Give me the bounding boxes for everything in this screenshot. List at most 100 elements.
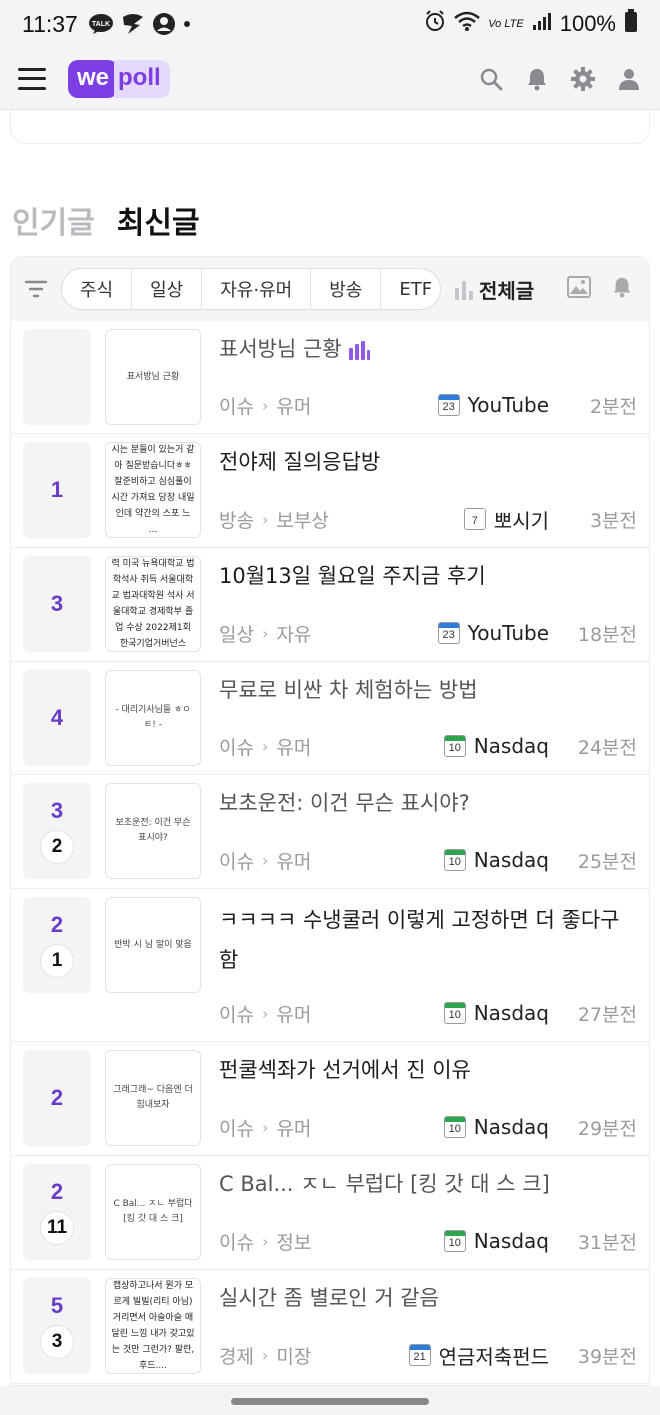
image-filter-icon[interactable] <box>567 276 591 302</box>
vote-box[interactable]: 2 <box>23 1050 91 1146</box>
home-gesture-bar[interactable] <box>231 1398 429 1405</box>
post-subcategory[interactable]: 유머 <box>276 1114 311 1141</box>
post-thumbnail[interactable]: - 대리기사님들 ㅎㅇ ㅌ! - <box>105 670 201 766</box>
post-title[interactable]: 10월13일 월요일 주지금 후기 <box>219 559 637 593</box>
post-category[interactable]: 방송 <box>219 506 254 533</box>
battery-icon <box>624 9 638 39</box>
post-time: 25분전 <box>577 850 637 873</box>
vote-box[interactable] <box>23 329 91 425</box>
post-subcategory[interactable]: 자유 <box>276 620 311 647</box>
calendar-badge-icon: 10 <box>443 1230 466 1252</box>
vote-box[interactable]: 53 <box>23 1278 91 1374</box>
section-tabs: 인기글 최신글 <box>12 198 200 242</box>
post-meta: 경제 › 미장 21 연금저축펀드 39분전 <box>219 1335 637 1375</box>
post-category[interactable]: 이슈 <box>219 392 254 419</box>
vote-box[interactable]: 4 <box>23 670 91 766</box>
post-author[interactable]: 10 Nasdaq <box>443 848 549 872</box>
post-subcategory[interactable]: 유머 <box>276 733 311 760</box>
tab-popular[interactable]: 인기글 <box>12 198 95 242</box>
signal-icon <box>532 11 552 37</box>
post-author[interactable]: 7 뽀시기 <box>463 505 549 534</box>
chip-free-humor[interactable]: 자유·유머 <box>202 269 312 309</box>
wepoll-logo[interactable]: we poll <box>68 56 170 102</box>
calendar-badge-icon: 10 <box>443 1002 466 1024</box>
battery-percent: 100% <box>559 11 616 36</box>
post-title[interactable]: 펀쿨섹좌가 선거에서 진 이유 <box>219 1053 637 1087</box>
vote-box[interactable]: 1 <box>23 442 91 538</box>
vote-count: 2 <box>50 1179 64 1204</box>
post-title[interactable]: 보초운전: 이건 무슨 표시야? <box>219 786 637 820</box>
post-subcategory[interactable]: 미장 <box>276 1342 311 1369</box>
post-category[interactable]: 경제 <box>219 1342 254 1369</box>
filter-icon[interactable] <box>21 279 51 299</box>
chip-etf[interactable]: ETF <box>381 269 440 309</box>
post-category[interactable]: 이슈 <box>219 847 254 874</box>
vote-box[interactable]: 32 <box>23 783 91 879</box>
post-row[interactable]: 표서방님 근황 표서방님 근황 이슈 › 유머 23 YouTube 2분전 <box>11 321 649 434</box>
post-row[interactable]: 1 시는 분들이 있는거 같아 질문받습니다ㅎㅎ 잘준비하고 심심풀이 시간 가… <box>11 434 649 548</box>
vote-box[interactable]: 2 11 <box>23 1164 91 1260</box>
post-thumbnail[interactable]: 캡상하고나서 뭔가 모르게 빌빌(리티 아님)거리면서 아슬아슬 매달린 느낌 … <box>105 1278 201 1374</box>
post-author[interactable]: 10 Nasdaq <box>443 1001 549 1025</box>
post-category[interactable]: 일상 <box>219 620 254 647</box>
post-time: 39분전 <box>577 1345 637 1368</box>
post-author[interactable]: 10 Nasdaq <box>443 1229 549 1253</box>
post-subcategory[interactable]: 정보 <box>276 1228 311 1255</box>
post-subcategory[interactable]: 유머 <box>276 1000 311 1027</box>
comment-count: 1 <box>40 944 74 978</box>
post-row[interactable]: 2 11 C Bal... ㅈㄴ 부럽다 [킹 갓 대 스 크] C Bal...… <box>11 1156 649 1270</box>
post-row[interactable]: 32 보초운전: 이건 무슨 표시야? 보초운전: 이건 무슨 표시야? 이슈 ›… <box>11 775 649 889</box>
post-row[interactable]: 4 - 대리기사님들 ㅎㅇ ㅌ! - 무료로 비싼 차 체험하는 방법 이슈 › 유… <box>11 662 649 775</box>
post-subcategory[interactable]: 유머 <box>276 392 311 419</box>
calendar-badge-icon: 10 <box>443 1116 466 1138</box>
post-title[interactable]: 전야제 질의응답방 <box>219 445 637 479</box>
post-thumbnail[interactable]: 력 미국 뉴욕대학교 법학석사 취득 서울대학교 법과대학원 석사 서울대학교 … <box>105 556 201 652</box>
post-category[interactable]: 이슈 <box>219 1114 254 1141</box>
vote-box[interactable]: 21 <box>23 897 91 993</box>
all-posts-toggle[interactable]: 전체글 <box>453 275 534 304</box>
post-thumbnail[interactable]: 보초운전: 이건 무슨 표시야? <box>105 783 201 879</box>
post-title[interactable]: 실시간 좀 별로인 거 같음 <box>219 1281 637 1315</box>
post-row[interactable]: 2 그래그래~ 다음엔 더 힘내보자 펀쿨섹좌가 선거에서 진 이유 이슈 › 유머… <box>11 1042 649 1156</box>
post-author[interactable]: 23 YouTube <box>437 621 549 645</box>
menu-icon[interactable] <box>18 67 46 90</box>
post-meta: 이슈 › 유머 10 Nasdaq 27분전 <box>219 1000 637 1027</box>
post-thumbnail[interactable]: 시는 분들이 있는거 같아 질문받습니다ㅎㅎ 잘준비하고 심심풀이 시간 가져요… <box>105 442 201 538</box>
post-meta: 이슈 › 유머 10 Nasdaq 24분전 <box>219 733 637 760</box>
post-thumbnail[interactable]: 반박 시 님 말이 맞음 <box>105 897 201 993</box>
post-time: 29분전 <box>577 1117 637 1140</box>
post-title[interactable]: ㅋㅋㅋㅋ 수냉쿨러 이렇게 고정하면 더 좋다구함 <box>219 900 637 980</box>
post-title[interactable]: 무료로 비싼 차 체험하는 방법 <box>219 673 637 707</box>
thumbnail-text: 그래그래~ 다음엔 더 힘내보자 <box>113 1085 193 1110</box>
post-thumbnail[interactable]: C Bal... ㅈㄴ 부럽다 [킹 갓 대 스 크] <box>105 1164 201 1260</box>
status-time: 11:37 <box>22 10 78 37</box>
post-category[interactable]: 이슈 <box>219 1000 254 1027</box>
search-icon[interactable] <box>478 66 504 92</box>
tab-latest[interactable]: 최신글 <box>117 198 200 242</box>
post-category[interactable]: 이슈 <box>219 733 254 760</box>
notification-filter-icon[interactable] <box>611 275 633 303</box>
post-thumbnail[interactable]: 그래그래~ 다음엔 더 힘내보자 <box>105 1050 201 1146</box>
status-bar: 11:37 TALK Vo LTE 100% <box>0 0 660 48</box>
post-row[interactable]: 21 반박 시 님 말이 맞음 ㅋㅋㅋㅋ 수냉쿨러 이렇게 고정하면 더 좋다구… <box>11 889 649 1042</box>
post-author[interactable]: 10 Nasdaq <box>443 734 549 758</box>
vote-box[interactable]: 3 <box>23 556 91 652</box>
post-row[interactable]: 3 력 미국 뉴욕대학교 법학석사 취득 서울대학교 법과대학원 석사 서울대학… <box>11 548 649 662</box>
chip-broadcast[interactable]: 방송 <box>311 269 382 309</box>
chip-daily[interactable]: 일상 <box>132 269 203 309</box>
bell-icon[interactable] <box>524 66 550 92</box>
post-title[interactable]: C Bal... ㅈㄴ 부럽다 [킹 갓 대 스 크] <box>219 1167 637 1201</box>
post-title[interactable]: 표서방님 근황 <box>219 332 637 366</box>
chip-stock[interactable]: 주식 <box>62 269 133 309</box>
post-subcategory[interactable]: 보부상 <box>276 506 328 533</box>
post-subcategory[interactable]: 유머 <box>276 847 311 874</box>
post-author[interactable]: 21 연금저축펀드 <box>408 1341 549 1370</box>
post-author[interactable]: 10 Nasdaq <box>443 1115 549 1139</box>
post-category[interactable]: 이슈 <box>219 1228 254 1255</box>
post-row[interactable]: 53 캡상하고나서 뭔가 모르게 빌빌(리티 아님)거리면서 아슬아슬 매달린 … <box>11 1270 649 1384</box>
gear-icon[interactable] <box>570 66 596 92</box>
profile-icon[interactable] <box>616 66 642 92</box>
alarm-icon <box>424 10 446 38</box>
post-author[interactable]: 23 YouTube <box>437 393 549 417</box>
post-thumbnail[interactable]: 표서방님 근황 <box>105 329 201 425</box>
